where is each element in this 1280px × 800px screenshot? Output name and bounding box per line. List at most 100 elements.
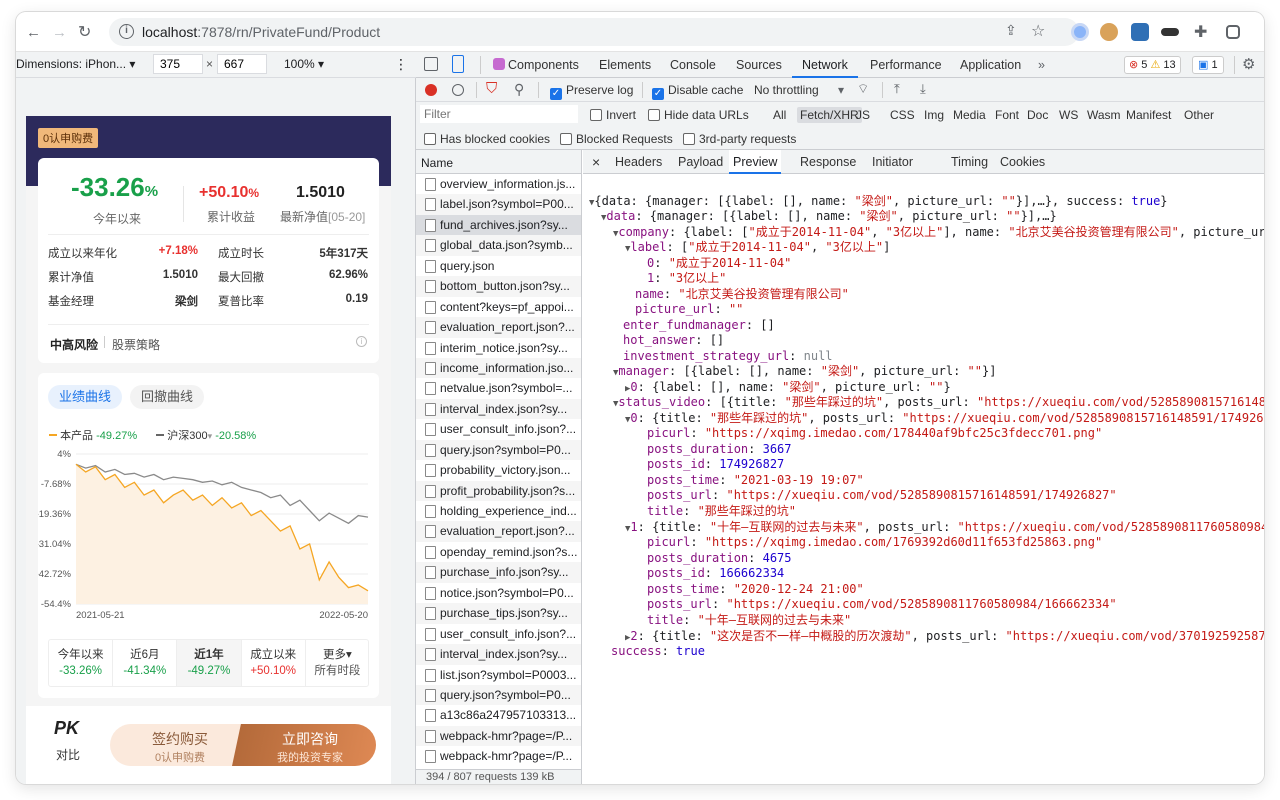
request-row[interactable]: user_consult_info.json?... bbox=[416, 624, 581, 644]
type-filter-wasm[interactable]: Wasm bbox=[1084, 107, 1124, 123]
request-row[interactable]: query.json?symbol=P0... bbox=[416, 684, 581, 706]
tab-components[interactable]: Components bbox=[508, 52, 579, 78]
json-data[interactable]: ▼data: {manager: [{label: [], name: "梁剑"… bbox=[601, 209, 1057, 226]
request-row[interactable]: purchase_info.json?sy... bbox=[416, 562, 581, 583]
tab-preview[interactable]: Preview bbox=[729, 150, 782, 174]
record-icon[interactable] bbox=[425, 84, 437, 96]
request-row[interactable]: fund_archives.json?sy... bbox=[416, 214, 581, 236]
request-row[interactable]: notice.json?symbol=P0... bbox=[416, 583, 581, 603]
issues-counter[interactable]: ⊗ 5 ⚠ 13 bbox=[1124, 56, 1181, 74]
disable-cache-checkbox[interactable]: ✓ Disable cache bbox=[652, 83, 743, 100]
tab-drawdown-curve[interactable]: 回撤曲线 bbox=[130, 385, 205, 409]
type-filter-font[interactable]: Font bbox=[992, 107, 1022, 123]
hide-data-urls-checkbox[interactable]: Hide data URLs bbox=[648, 108, 749, 122]
device-toggle-icon[interactable] bbox=[452, 55, 464, 73]
json-status-video[interactable]: ▼status_video: [{title: "那些年踩过的坑", posts… bbox=[613, 395, 1264, 412]
type-filter-ws[interactable]: WS bbox=[1056, 107, 1081, 123]
request-row[interactable]: label.json?symbol=P00... bbox=[416, 194, 581, 215]
tab-cookies[interactable]: Cookies bbox=[1000, 150, 1045, 174]
close-icon[interactable]: × bbox=[592, 150, 600, 174]
period-option[interactable]: 成立以来 +50.10% bbox=[242, 640, 306, 686]
request-row[interactable]: profit_probability.json?s... bbox=[416, 480, 581, 501]
json-manager[interactable]: ▼manager: [{label: [], name: "梁剑", pictu… bbox=[613, 364, 996, 381]
type-filter-manifest[interactable]: Manifest bbox=[1123, 107, 1174, 123]
consult-button[interactable]: 立即咨询 我的投资专家 bbox=[244, 724, 376, 766]
tab-application[interactable]: Application bbox=[960, 52, 1021, 78]
tab-response[interactable]: Response bbox=[800, 150, 856, 174]
period-option[interactable]: 近1年 -49.27% bbox=[177, 640, 242, 686]
sign-buy-button[interactable]: 签约购买 0认申购费 bbox=[110, 724, 250, 766]
type-filter-all[interactable]: All bbox=[770, 107, 789, 123]
request-row[interactable]: a13c86a247957103313... bbox=[416, 705, 581, 725]
third-party-checkbox[interactable]: 3rd-party requests bbox=[683, 132, 796, 146]
inspect-element-icon[interactable] bbox=[424, 57, 438, 71]
spy-extension-icon[interactable] bbox=[1161, 28, 1179, 36]
request-row[interactable]: webpack-hmr?page=/P... bbox=[416, 746, 581, 766]
request-row[interactable]: holding_experience_ind... bbox=[416, 501, 581, 521]
export-har-icon[interactable]: ⤓ bbox=[920, 81, 926, 97]
type-filter-js[interactable]: JS bbox=[853, 107, 873, 123]
pk-icon[interactable]: PK bbox=[54, 718, 79, 739]
request-row[interactable]: query.json?symbol=P0... bbox=[416, 439, 581, 461]
device-dimensions-select[interactable]: Dimensions: iPhon... ▾ bbox=[16, 54, 135, 74]
request-row[interactable]: interim_notice.json?sy... bbox=[416, 338, 581, 358]
request-row[interactable]: purchase_tips.json?sy... bbox=[416, 603, 581, 624]
request-row[interactable]: content?keys=pf_appoi... bbox=[416, 297, 581, 317]
import-har-icon[interactable]: ⤒ bbox=[894, 81, 900, 97]
request-row[interactable]: evaluation_report.json?... bbox=[416, 317, 581, 338]
device-height-input[interactable] bbox=[217, 54, 267, 74]
tab-network[interactable]: Network bbox=[792, 52, 858, 78]
tab-timing[interactable]: Timing bbox=[951, 150, 988, 174]
request-row[interactable]: openday_remind.json?s... bbox=[416, 542, 581, 562]
extension-circle-icon[interactable] bbox=[1071, 23, 1089, 41]
request-row[interactable]: query.json bbox=[416, 256, 581, 276]
request-row[interactable]: bottom_button.json?sy... bbox=[416, 276, 581, 297]
bookmark-star-icon[interactable]: ☆ bbox=[1031, 21, 1045, 41]
type-filter-other[interactable]: Other bbox=[1181, 107, 1217, 123]
type-filter-css[interactable]: CSS bbox=[887, 107, 918, 123]
compare-label[interactable]: 对比 bbox=[56, 746, 80, 763]
tab-payload[interactable]: Payload bbox=[678, 150, 723, 174]
settings-gear-icon[interactable]: ⚙ bbox=[1242, 55, 1255, 73]
preserve-log-checkbox[interactable]: ✓ Preserve log bbox=[550, 83, 633, 100]
url-text[interactable]: localhost:7878/rn/PrivateFund/Product bbox=[142, 24, 380, 40]
filter-icon[interactable]: ⛉ bbox=[486, 80, 497, 97]
tab-elements[interactable]: Elements bbox=[599, 52, 651, 78]
blocked-requests-checkbox[interactable]: Blocked Requests bbox=[560, 132, 673, 146]
type-filter-fetch-xhr[interactable]: Fetch/XHR bbox=[797, 107, 862, 123]
back-icon[interactable]: ← bbox=[26, 24, 41, 41]
request-row[interactable]: interval_index.json?sy... bbox=[416, 398, 581, 420]
json-video-2[interactable]: ▶2: {title: "这次是否不一样—中概股的历次渡劫", posts_ur… bbox=[625, 629, 1264, 646]
invert-checkbox[interactable]: Invert bbox=[590, 108, 636, 122]
request-row[interactable]: interval_index.json?sy... bbox=[416, 644, 581, 665]
cookie-extension-icon[interactable] bbox=[1100, 23, 1118, 41]
request-row[interactable]: global_data.json?symb... bbox=[416, 235, 581, 256]
forward-icon[interactable]: → bbox=[52, 24, 67, 41]
tab-console[interactable]: Console bbox=[670, 52, 716, 78]
reload-icon[interactable]: ↻ bbox=[78, 22, 91, 42]
more-options-icon[interactable]: ⋮ bbox=[394, 54, 408, 74]
tab-performance-curve[interactable]: 业绩曲线 bbox=[48, 385, 123, 409]
network-conditions-icon[interactable]: ⌔ bbox=[857, 81, 869, 97]
request-row[interactable]: overview_information.js... bbox=[416, 174, 581, 194]
type-filter-doc[interactable]: Doc bbox=[1024, 107, 1051, 123]
site-info-icon[interactable]: i bbox=[119, 24, 134, 39]
puzzle-icon[interactable]: ✚ bbox=[1194, 22, 1207, 42]
clear-icon[interactable] bbox=[452, 84, 464, 96]
request-row[interactable]: netvalue.json?symbol=... bbox=[416, 378, 581, 398]
type-filter-img[interactable]: Img bbox=[921, 107, 947, 123]
period-option[interactable]: 近6月 -41.34% bbox=[113, 640, 178, 686]
request-row[interactable]: webpack-hmr?page=/P... bbox=[416, 725, 581, 747]
share-icon[interactable]: ⇪ bbox=[1005, 22, 1017, 39]
filter-input[interactable] bbox=[420, 105, 578, 123]
request-list-header[interactable]: Name bbox=[416, 150, 582, 174]
request-row[interactable]: user_consult_info.json?... bbox=[416, 419, 581, 439]
sidebar-icon[interactable] bbox=[1226, 25, 1240, 39]
has-blocked-cookies-checkbox[interactable]: Has blocked cookies bbox=[424, 132, 550, 146]
zoom-select[interactable]: 100% ▾ bbox=[284, 54, 324, 74]
request-row[interactable]: list.json?symbol=P0003... bbox=[416, 665, 581, 685]
address-bar[interactable]: i localhost:7878/rn/PrivateFund/Product … bbox=[109, 18, 1079, 46]
device-width-input[interactable] bbox=[153, 54, 203, 74]
request-row[interactable]: probability_victory.json... bbox=[416, 460, 581, 480]
search-icon[interactable]: ⚲ bbox=[514, 81, 524, 98]
